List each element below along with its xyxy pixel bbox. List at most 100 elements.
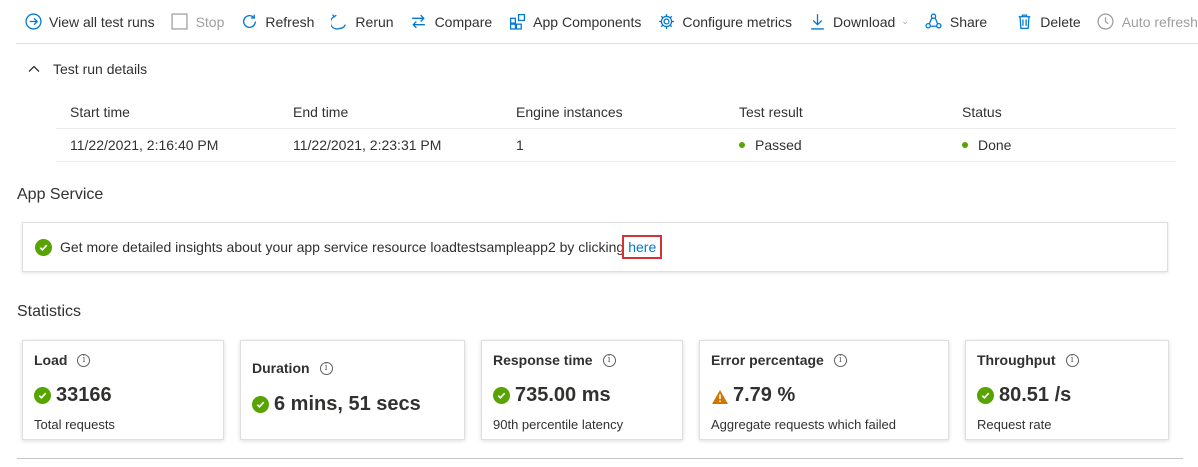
column-header-start-time: Start time [70, 104, 130, 120]
success-check-icon [34, 387, 51, 404]
refresh-icon [240, 13, 258, 31]
share-label: Share [949, 13, 988, 30]
column-header-status: Status [962, 104, 1002, 120]
info-icon[interactable]: i [319, 361, 333, 375]
stat-card-duration: Duration i 6 mins, 51 secs [240, 340, 465, 440]
stat-value: 735.00 ms [493, 384, 611, 407]
table-row: 11/22/2021, 2:16:40 PM 11/22/2021, 2:23:… [56, 129, 1176, 162]
stat-value: 7.79 % [711, 384, 795, 407]
end-time-cell: 11/22/2021, 2:23:31 PM [293, 137, 442, 153]
stat-card-title: Response time i [493, 352, 616, 368]
success-check-icon [252, 396, 269, 413]
table-header-row: Start time End time Engine instances Tes… [56, 96, 1176, 129]
auto-refresh-label: Auto refresh off [1121, 13, 1198, 30]
column-header-engine-instances: Engine instances [516, 104, 623, 120]
share-icon [925, 13, 943, 31]
stat-value-text: 7.79 % [733, 384, 796, 406]
app-components-label: App Components [533, 13, 642, 30]
app-service-insight-banner: Get more detailed insights about your ap… [22, 222, 1168, 272]
stat-card-response-time: Response time i 735.00 ms 90th percentil… [481, 340, 683, 440]
success-check-icon [35, 238, 52, 256]
stat-subtitle: Total requests [34, 417, 115, 432]
column-header-end-time: End time [293, 104, 349, 120]
stop-button[interactable]: Stop [163, 0, 233, 44]
stat-value-text: 33166 [56, 384, 112, 406]
test-run-details-table: Start time End time Engine instances Tes… [56, 96, 1176, 162]
configure-metrics-label: Configure metrics [682, 13, 793, 30]
stat-value-text: 735.00 ms [515, 384, 611, 406]
success-check-icon [977, 387, 994, 404]
test-run-details-toggle[interactable]: Test run details [27, 58, 147, 80]
stop-label: Stop [195, 13, 225, 30]
stat-subtitle: Aggregate requests which failed [711, 417, 897, 432]
chevron-down-icon: ⌄ [901, 16, 909, 26]
view-all-label: View all test runs [49, 13, 155, 30]
statistics-title: Statistics [17, 303, 82, 320]
download-label: Download [833, 13, 896, 30]
clock-icon [1097, 13, 1115, 31]
rerun-label: Rerun [355, 13, 394, 30]
info-icon[interactable]: i [77, 353, 91, 367]
share-button[interactable]: Share [917, 0, 995, 44]
status-value: Done [978, 137, 1012, 153]
test-result-value: Passed [755, 137, 802, 153]
test-run-details-title: Test run details [53, 61, 148, 77]
stat-title-text: Response time [493, 352, 593, 368]
info-icon[interactable]: i [833, 353, 847, 367]
compare-arrows-icon [410, 13, 428, 31]
download-icon [808, 13, 826, 31]
delete-label: Delete [1040, 13, 1081, 30]
warning-triangle-icon [711, 388, 729, 404]
stat-card-throughput: Throughput i 80.51 /s Request rate [965, 340, 1169, 440]
compare-button[interactable]: Compare [402, 0, 501, 44]
stat-card-error-percentage: Error percentage i 7.79 % Aggregate requ… [699, 340, 949, 440]
success-check-icon [493, 387, 510, 404]
stat-card-title: Throughput i [977, 352, 1079, 368]
rerun-button[interactable]: Rerun [322, 0, 401, 44]
stat-title-text: Throughput [977, 352, 1056, 368]
stat-value-text: 6 mins, 51 secs [274, 393, 421, 415]
stat-value: 33166 [34, 384, 112, 407]
column-header-test-result: Test result [739, 104, 803, 120]
status-dot-icon [739, 142, 745, 148]
stat-card-load: Load i 33166 Total requests [22, 340, 224, 440]
stat-card-title: Error percentage i [711, 352, 847, 368]
download-button[interactable]: Download ⌄ [800, 0, 917, 44]
divider [17, 458, 1183, 459]
info-icon[interactable]: i [602, 353, 616, 367]
delete-button[interactable]: Delete [1007, 0, 1088, 44]
status-dot-icon [962, 142, 968, 148]
insight-message: Get more detailed insights about your ap… [60, 239, 625, 255]
engine-instances-cell: 1 [516, 137, 524, 153]
refresh-label: Refresh [265, 13, 315, 30]
stat-title-text: Duration [252, 360, 310, 376]
app-components-button[interactable]: App Components [500, 0, 649, 44]
stat-value-text: 80.51 /s [999, 384, 1072, 406]
stat-card-title: Duration i [252, 360, 333, 376]
chevron-up-icon [27, 62, 41, 76]
view-all-test-runs-button[interactable]: View all test runs [16, 0, 163, 44]
stat-card-title: Load i [34, 352, 91, 368]
auto-refresh-toggle[interactable]: Auto refresh off [1089, 0, 1198, 44]
start-time-cell: 11/22/2021, 2:16:40 PM [70, 137, 219, 153]
status-cell: Done [948, 137, 1171, 153]
stat-value: 6 mins, 51 secs [252, 393, 421, 416]
checkbox-square-icon [171, 13, 189, 31]
stat-title-text: Load [34, 352, 68, 368]
compare-label: Compare [434, 13, 493, 30]
gear-icon [657, 13, 675, 31]
stat-value: 80.51 /s [977, 384, 1071, 407]
info-icon[interactable]: i [1065, 353, 1079, 367]
grid-components-icon [508, 13, 526, 31]
command-bar: View all test runs Stop Refresh Rerun Co… [16, 0, 1198, 44]
arrow-circle-right-icon [24, 13, 42, 31]
trash-icon [1015, 13, 1033, 31]
configure-metrics-button[interactable]: Configure metrics [649, 0, 800, 44]
app-service-title: App Service [17, 186, 104, 203]
app-service-insights-link[interactable]: here [622, 235, 663, 259]
stat-subtitle: Request rate [977, 417, 1052, 432]
refresh-button[interactable]: Refresh [232, 0, 322, 44]
test-result-cell: Passed [725, 137, 948, 153]
stat-title-text: Error percentage [711, 352, 824, 368]
stat-subtitle: 90th percentile latency [493, 417, 624, 432]
